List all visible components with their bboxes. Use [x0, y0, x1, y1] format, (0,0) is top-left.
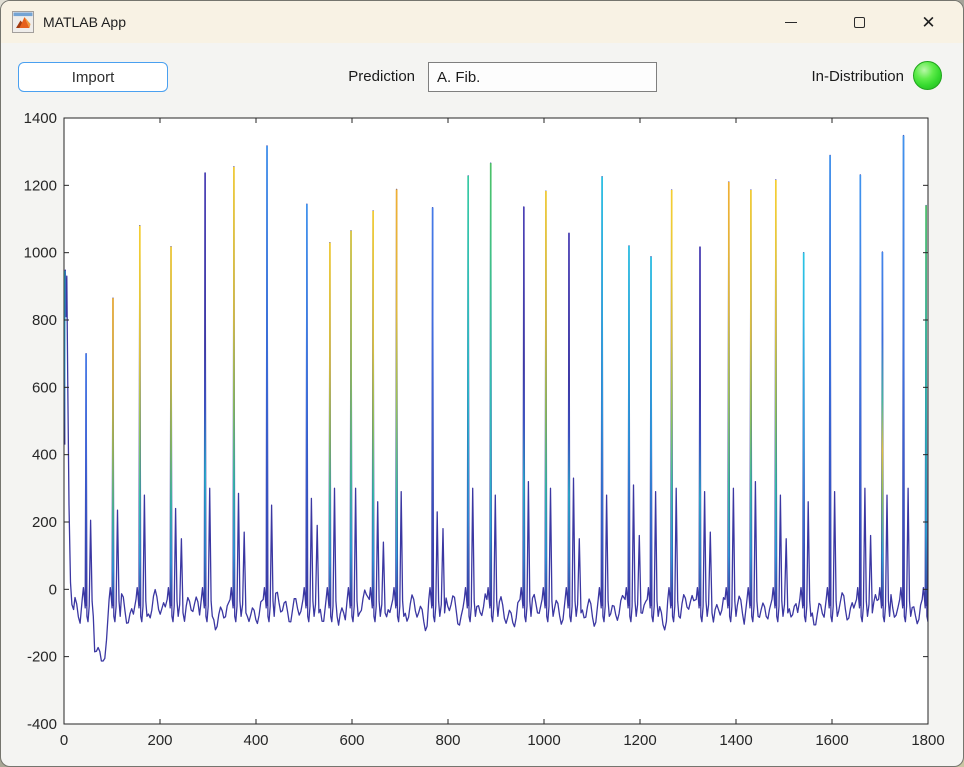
signal-plot: 0 200 400 600 800 1000 1200 1400 1600 1800 -400 -20…	[1, 101, 964, 767]
svg-text:400: 400	[243, 732, 268, 749]
svg-text:0: 0	[49, 581, 57, 598]
maximize-button[interactable]	[825, 1, 894, 43]
svg-text:1200: 1200	[24, 177, 57, 194]
svg-text:800: 800	[435, 732, 460, 749]
svg-text:-400: -400	[27, 716, 57, 733]
svg-text:1400: 1400	[719, 732, 752, 749]
desktop-background: MATLAB App ✕ Import Prediction In-Distri…	[0, 0, 964, 767]
prediction-label: Prediction	[331, 68, 415, 85]
svg-text:1000: 1000	[527, 732, 560, 749]
svg-text:800: 800	[32, 312, 57, 329]
svg-text:200: 200	[147, 732, 172, 749]
svg-text:0: 0	[60, 732, 68, 749]
minimize-button[interactable]	[756, 1, 825, 43]
close-button[interactable]: ✕	[894, 1, 963, 43]
svg-text:600: 600	[32, 379, 57, 396]
distribution-label: In-Distribution	[779, 68, 904, 85]
prediction-field[interactable]	[428, 62, 657, 92]
titlebar: MATLAB App ✕	[1, 1, 963, 43]
svg-text:-200: -200	[27, 649, 57, 666]
window-controls: ✕	[756, 1, 963, 43]
minimize-icon	[785, 22, 797, 23]
svg-text:200: 200	[32, 514, 57, 531]
svg-text:1200: 1200	[623, 732, 656, 749]
svg-text:1000: 1000	[24, 245, 57, 262]
svg-text:1800: 1800	[911, 732, 944, 749]
svg-text:1600: 1600	[815, 732, 848, 749]
maximize-icon	[854, 17, 865, 28]
toolbar: Import Prediction In-Distribution	[1, 43, 963, 101]
status-lamp	[913, 61, 942, 90]
close-icon: ✕	[921, 14, 935, 31]
import-button[interactable]: Import	[18, 62, 168, 92]
matlab-app-window: MATLAB App ✕ Import Prediction In-Distri…	[0, 0, 964, 767]
svg-text:400: 400	[32, 447, 57, 464]
svg-text:1400: 1400	[24, 110, 57, 127]
window-title: MATLAB App	[43, 14, 126, 30]
svg-text:600: 600	[339, 732, 364, 749]
matlab-app-icon	[12, 11, 34, 33]
